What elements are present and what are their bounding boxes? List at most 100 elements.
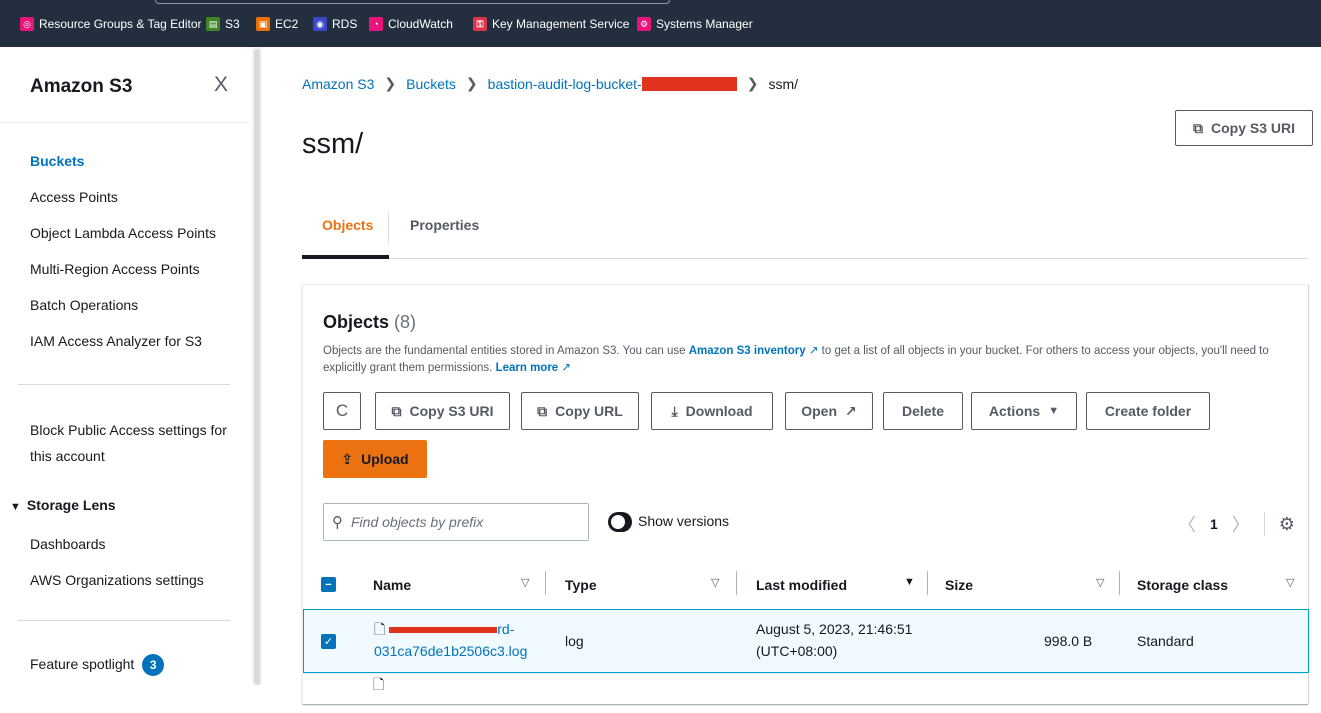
current-page-number[interactable]: 1: [1210, 516, 1218, 532]
close-icon[interactable]: X: [214, 73, 228, 97]
copy-icon: ⧉: [1192, 119, 1203, 136]
fav-systems-manager[interactable]: ⚙ Systems Manager: [637, 17, 753, 31]
external-link-icon: ↗: [845, 402, 857, 419]
sidebar-item-block-public-access[interactable]: Block Public Access settings for this ac…: [30, 417, 230, 469]
divider: [18, 620, 230, 621]
fav-label: RDS: [332, 17, 358, 31]
fav-kms[interactable]: ⚿ Key Management Service: [473, 17, 629, 31]
copy-url-button[interactable]: ⧉ Copy URL: [521, 392, 639, 430]
button-label: Open: [801, 403, 838, 419]
object-name-link[interactable]: 🗋 rd- 031ca76de1b2506c3.log: [374, 618, 527, 662]
sidebar-item-object-lambda-access-points[interactable]: Object Lambda Access Points: [30, 222, 216, 244]
pager-divider: [1263, 512, 1265, 536]
breadcrumb-amazon-s3[interactable]: Amazon S3: [302, 76, 374, 92]
learn-more-link[interactable]: Learn more: [496, 362, 559, 374]
refresh-icon: C: [335, 401, 349, 420]
scrollbar-thumb[interactable]: [254, 49, 260, 685]
sidebar-item-dashboards[interactable]: Dashboards: [30, 533, 106, 555]
sidebar-item-feature-spotlight[interactable]: Feature spotlight 3: [30, 653, 165, 676]
tab-objects[interactable]: Objects: [322, 217, 373, 233]
sidebar-title: Amazon S3: [30, 76, 133, 97]
next-page-icon[interactable]: 〉: [1232, 511, 1250, 537]
show-versions-toggle[interactable]: [608, 512, 632, 532]
previous-page-icon[interactable]: 〈: [1178, 511, 1196, 537]
sort-icon[interactable]: ▽: [1286, 576, 1294, 589]
sort-icon[interactable]: ▽: [521, 576, 529, 589]
copy-icon: ⧉: [391, 402, 402, 419]
caret-down-icon: ▼: [1048, 405, 1060, 417]
column-divider: [927, 571, 928, 595]
sidebar-item-multi-region-access-points[interactable]: Multi-Region Access Points: [30, 258, 200, 280]
breadcrumb-buckets[interactable]: Buckets: [406, 76, 456, 92]
upload-button[interactable]: ⇪ Upload: [323, 440, 427, 478]
row-checkbox[interactable]: ✓: [321, 634, 336, 649]
object-storage-class: Standard: [1137, 633, 1194, 649]
kms-icon: ⚿: [473, 17, 487, 31]
redaction-mark: [389, 627, 498, 634]
copy-s3-uri-header-button[interactable]: ⧉ Copy S3 URI: [1175, 110, 1313, 146]
sidebar-item-buckets[interactable]: Buckets: [30, 150, 84, 172]
select-all-checkbox[interactable]: −: [321, 577, 336, 592]
button-label: Copy S3 URI: [409, 403, 494, 419]
sidebar-item-batch-operations[interactable]: Batch Operations: [30, 294, 138, 316]
rds-icon: ◉: [313, 17, 327, 31]
breadcrumb-bucket[interactable]: bastion-audit-log-bucket-: [488, 76, 642, 92]
download-button[interactable]: ⤓ Download: [651, 392, 773, 430]
sidebar-item-iam-access-analyzer[interactable]: IAM Access Analyzer for S3: [30, 330, 202, 352]
button-label: Copy S3 URI: [1210, 120, 1295, 136]
open-button[interactable]: Open ↗: [785, 392, 873, 430]
button-label: Actions: [988, 403, 1041, 419]
sort-icon[interactable]: ▽: [711, 576, 719, 589]
tab-properties[interactable]: Properties: [410, 217, 479, 233]
copy-s3-uri-button[interactable]: ⧉ Copy S3 URI: [375, 392, 510, 430]
breadcrumb: Amazon S3 ❯ Buckets ❯ bastion-audit-log-…: [302, 75, 798, 92]
fav-s3[interactable]: ▤ S3: [206, 17, 240, 31]
file-icon: 🗋: [373, 676, 385, 692]
fav-rds[interactable]: ◉ RDS: [313, 17, 357, 31]
chevron-right-icon: ❯: [746, 75, 759, 91]
toggle-knob: [611, 515, 625, 529]
sidebar-group-label: Storage Lens: [26, 497, 116, 513]
button-label: Create folder: [1104, 403, 1192, 419]
sort-descending-icon[interactable]: ▼: [904, 576, 915, 588]
gear-icon[interactable]: ⚙: [1279, 514, 1295, 535]
column-header-storage-class[interactable]: Storage class: [1137, 577, 1228, 593]
search-field[interactable]: ⚲: [323, 503, 589, 541]
search-input[interactable]: [351, 514, 571, 530]
systems-manager-icon: ⚙: [637, 17, 651, 31]
s3-inventory-link[interactable]: Amazon S3 inventory: [689, 345, 806, 357]
redaction-mark: [641, 76, 737, 91]
delete-button[interactable]: Delete: [883, 392, 963, 430]
feature-spotlight-label: Feature spotlight: [30, 656, 135, 672]
objects-count: (8): [394, 312, 417, 332]
search-icon: ⚲: [332, 514, 343, 531]
fav-resource-groups[interactable]: ◎ Resource Groups & Tag Editor: [20, 17, 202, 31]
create-folder-button[interactable]: Create folder: [1086, 392, 1210, 430]
objects-heading-text: Objects: [323, 312, 390, 332]
desc-text: Objects are the fundamental entities sto…: [323, 345, 689, 357]
resource-groups-icon: ◎: [20, 17, 34, 31]
fav-ec2[interactable]: ▣ EC2: [256, 17, 298, 31]
column-header-name[interactable]: Name: [373, 577, 411, 593]
sidebar-group-storage-lens[interactable]: ▼ Storage Lens: [10, 494, 116, 518]
fav-cloudwatch[interactable]: ◔ CloudWatch: [369, 17, 453, 31]
object-type: log: [565, 633, 584, 649]
sort-icon[interactable]: ▽: [1096, 576, 1104, 589]
upload-icon: ⇪: [341, 450, 354, 467]
refresh-button[interactable]: C: [323, 392, 361, 430]
object-size: 998.0 B: [1044, 633, 1093, 649]
sidebar-item-aws-organizations-settings[interactable]: AWS Organizations settings: [30, 569, 204, 591]
ec2-icon: ▣: [256, 17, 270, 31]
table-row[interactable]: ✓ 🗋 rd- 031ca76de1b2506c3.log log August …: [303, 609, 1309, 673]
sidebar-item-access-points[interactable]: Access Points: [30, 186, 118, 208]
column-header-last-modified[interactable]: Last modified: [756, 577, 847, 593]
search-box-edge[interactable]: [155, 0, 670, 4]
column-header-type[interactable]: Type: [565, 577, 597, 593]
tab-divider: [388, 213, 389, 243]
last-modified-timezone: (UTC+08:00): [756, 643, 838, 659]
table-row[interactable]: 🗋: [303, 673, 1309, 713]
sidebar-scrollbar[interactable]: [252, 47, 262, 685]
actions-dropdown[interactable]: Actions ▼: [971, 392, 1077, 430]
feature-spotlight-count-badge: 3: [142, 654, 165, 676]
column-header-size[interactable]: Size: [945, 577, 973, 593]
